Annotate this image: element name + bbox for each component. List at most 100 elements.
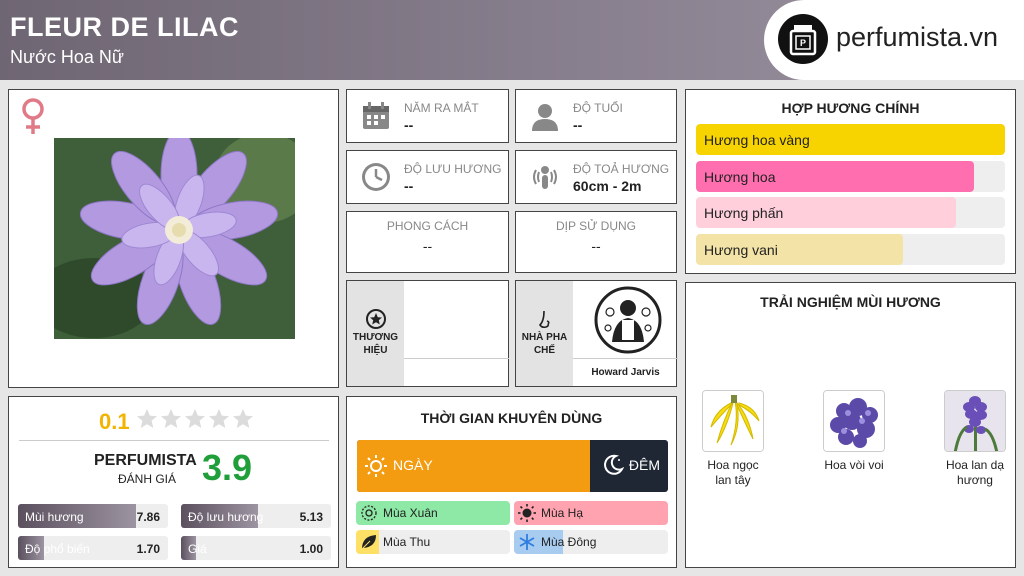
recommended-time-card: THỜI GIAN KHUYÊN DÙNG NGÀY ĐÊM Mùa Xuân M… bbox=[346, 396, 677, 568]
accord-bar: Hương vani bbox=[696, 233, 1005, 265]
person-icon bbox=[530, 101, 560, 131]
release-year-card: NĂM RA MẮT -- bbox=[346, 89, 509, 143]
season-item: Mùa Thu bbox=[356, 530, 510, 554]
style-value: -- bbox=[422, 238, 433, 254]
season-item: Mùa Hạ bbox=[514, 501, 668, 525]
accord-bar: Hương phấn bbox=[696, 197, 1005, 228]
metric-bar: Mùi hương 7.86 bbox=[18, 504, 168, 528]
metric-label: Mùi hương bbox=[25, 510, 84, 524]
season-label: Mùa Thu bbox=[383, 535, 431, 549]
season-item: Mùa Xuân bbox=[356, 501, 510, 525]
season-item: Mùa Đông bbox=[514, 530, 668, 554]
page-title: FLEUR DE LILAC bbox=[10, 12, 239, 42]
release-year-value: -- bbox=[404, 117, 414, 133]
star-icon[interactable] bbox=[232, 408, 254, 430]
page-subtitle: Nước Hoa Nữ bbox=[10, 47, 124, 67]
metric-bar: Giá 1.00 bbox=[181, 536, 331, 560]
season-label: Mùa Hạ bbox=[541, 506, 584, 520]
season-label: Mùa Đông bbox=[541, 535, 597, 549]
metric-bar: Độ phổ biến 1.70 bbox=[18, 536, 168, 560]
longevity-value: -- bbox=[404, 178, 414, 194]
scent-experience-card: TRẢI NGHIỆM MÙI HƯƠNG Hoa ngọc lan tây H… bbox=[685, 282, 1016, 568]
header: FLEUR DE LILAC Nước Hoa Nữ P perfumista.… bbox=[0, 0, 1024, 80]
female-icon bbox=[17, 96, 49, 141]
note-image bbox=[944, 390, 1006, 452]
logo[interactable]: P perfumista.vn bbox=[764, 0, 1024, 80]
accord-label: Hương hoa bbox=[704, 168, 776, 185]
accord-label: Hương hoa vàng bbox=[704, 132, 810, 148]
note-item[interactable]: Hoa lan dạ hương bbox=[935, 390, 1015, 488]
perfumista-sublabel: ĐÁNH GIÁ bbox=[118, 472, 177, 486]
divider bbox=[19, 440, 329, 441]
sun-icon bbox=[365, 455, 387, 482]
metric-label: Độ phổ biến bbox=[25, 542, 90, 556]
metric-bar: Độ lưu hương 5.13 bbox=[181, 504, 331, 528]
metric-label: Giá bbox=[188, 542, 207, 556]
brand-card[interactable]: THƯƠNG HIỆU bbox=[346, 280, 509, 387]
age-label: ĐỘ TUỔI bbox=[573, 101, 623, 115]
main-accords-card: HỢP HƯƠNG CHÍNH Hương hoa vàng Hương hoa H… bbox=[685, 89, 1016, 274]
age-value: -- bbox=[573, 117, 583, 133]
sun-icon bbox=[518, 504, 536, 522]
perfumer-label-panel: NHÀ PHA CHẾ bbox=[516, 281, 573, 386]
sillage-icon bbox=[530, 162, 560, 192]
spring-icon bbox=[360, 504, 378, 522]
star-rating[interactable] bbox=[136, 408, 256, 432]
age-card: ĐỘ TUỔI -- bbox=[515, 89, 677, 143]
note-item[interactable]: Hoa ngọc lan tây bbox=[693, 390, 773, 488]
logo-text: perfumista.vn bbox=[836, 22, 999, 52]
clock-icon bbox=[361, 162, 391, 192]
moon-icon bbox=[602, 454, 625, 481]
brand-label: THƯƠNG HIỆU bbox=[352, 332, 399, 356]
note-image bbox=[823, 390, 885, 452]
perfumer-card[interactable]: NHÀ PHA CHẾ Howard Jarvis bbox=[515, 280, 678, 387]
season-label: Mùa Xuân bbox=[383, 506, 438, 520]
sillage-value: 60cm - 2m bbox=[573, 178, 642, 194]
occasion-value: -- bbox=[591, 238, 601, 254]
accord-bar: Hương hoa vàng bbox=[696, 124, 1005, 155]
star-icon[interactable] bbox=[160, 408, 182, 430]
product-image bbox=[54, 138, 295, 339]
rating-card: 0.1 PERFUMISTA ĐÁNH GIÁ 3.9 Mùi hương 7.8… bbox=[8, 396, 339, 568]
perfumista-label: PERFUMISTA bbox=[94, 452, 197, 469]
accord-label: Hương vani bbox=[704, 241, 778, 258]
accord-bar: Hương hoa bbox=[696, 160, 1005, 192]
note-image bbox=[702, 390, 764, 452]
note-item[interactable]: Hoa vòi voi bbox=[814, 390, 894, 473]
day-night-bar: NGÀY ĐÊM bbox=[357, 440, 668, 492]
scent-experience-title: TRẢI NGHIỆM MÙI HƯƠNG bbox=[760, 294, 941, 310]
note-label: Hoa lan dạ hương bbox=[945, 458, 1005, 487]
star-icon[interactable] bbox=[136, 408, 158, 430]
sillage-card: ĐỘ TOẢ HƯƠNG 60cm - 2m bbox=[515, 150, 677, 204]
release-year-label: NĂM RA MẮT bbox=[404, 101, 479, 115]
metric-value: 5.13 bbox=[299, 510, 323, 524]
accord-label: Hương phấn bbox=[704, 205, 784, 221]
divider bbox=[573, 358, 678, 359]
perfume-bottle-icon: P bbox=[778, 14, 828, 64]
divider bbox=[404, 358, 509, 359]
snowflake-icon bbox=[518, 533, 536, 551]
perfumista-score: 3.9 bbox=[202, 447, 253, 488]
svg-text:P: P bbox=[800, 38, 806, 48]
metric-value: 1.00 bbox=[299, 542, 323, 556]
metric-label: Độ lưu hương bbox=[188, 510, 264, 524]
sillage-label: ĐỘ TOẢ HƯƠNG bbox=[573, 162, 670, 176]
metric-value: 1.70 bbox=[136, 542, 160, 556]
perfumer-avatar bbox=[594, 286, 662, 354]
season-fill bbox=[514, 501, 668, 525]
star-icon[interactable] bbox=[184, 408, 206, 430]
perfumer-label: NHÀ PHA CHẾ bbox=[521, 332, 568, 356]
calendar-icon bbox=[361, 101, 391, 131]
longevity-label: ĐỘ LƯU HƯƠNG bbox=[404, 162, 502, 176]
style-label: PHONG CÁCH bbox=[386, 219, 469, 233]
day-label: NGÀY bbox=[393, 457, 433, 473]
star-icon[interactable] bbox=[208, 408, 230, 430]
brand-label-panel: THƯƠNG HIỆU bbox=[347, 281, 404, 386]
note-label: Hoa ngọc lan tây bbox=[707, 458, 759, 487]
leaf-icon bbox=[360, 533, 378, 551]
style-card: PHONG CÁCH -- bbox=[346, 211, 509, 273]
perfumer-name: Howard Jarvis bbox=[591, 367, 660, 378]
main-accords-title: HỢP HƯƠNG CHÍNH bbox=[781, 100, 920, 116]
occasion-label: DỊP SỬ DỤNG bbox=[555, 219, 637, 233]
note-label: Hoa vòi voi bbox=[824, 458, 884, 472]
